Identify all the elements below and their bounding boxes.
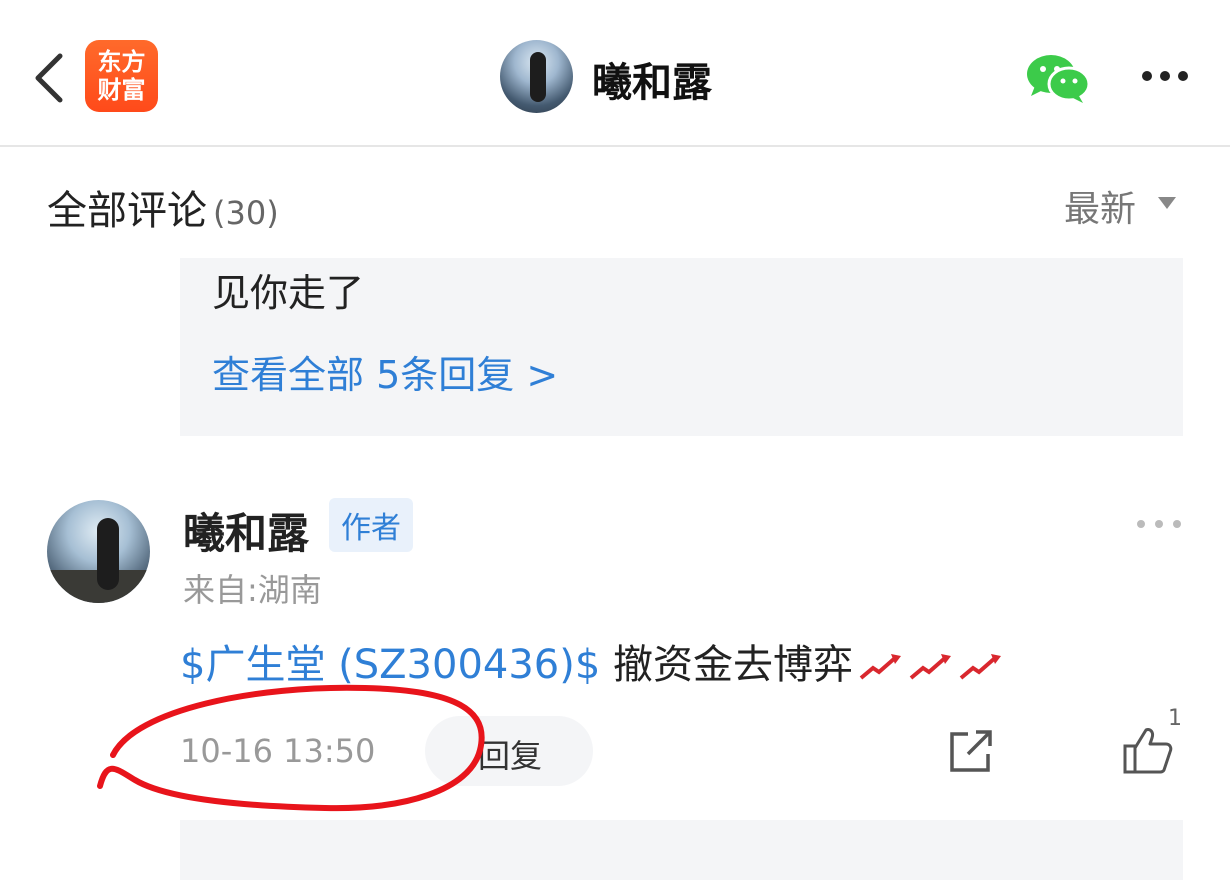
wechat-icon[interactable]: [1025, 52, 1091, 104]
trend-up-icon: [859, 654, 1002, 680]
comments-title-text: 全部评论: [47, 188, 207, 234]
reply-preview-text: 见你走了: [212, 271, 365, 315]
thumbs-up-icon[interactable]: [1122, 726, 1174, 776]
comments-section-title: 全部评论 (30): [47, 178, 279, 236]
comment-text: 撤资金去博弈: [600, 642, 854, 688]
reply-preview-box-2: [180, 820, 1183, 880]
view-all-replies-link[interactable]: 查看全部 5条回复 >: [212, 344, 558, 399]
author-badge: 作者: [329, 498, 413, 552]
caret-down-icon[interactable]: [1158, 197, 1176, 209]
more-options-icon[interactable]: [1140, 68, 1190, 84]
header-user-name[interactable]: 曦和露: [592, 50, 712, 108]
header-avatar[interactable]: [500, 40, 573, 113]
app-logo: 东方 财富: [85, 40, 158, 112]
comments-count: (30): [213, 194, 279, 232]
comment-location: 来自:湖南: [183, 571, 322, 609]
red-annotation-circle: [97, 684, 485, 812]
reply-button[interactable]: 回复: [478, 731, 542, 777]
back-arrow-icon[interactable]: [30, 48, 70, 108]
logo-text-line2: 财富: [97, 76, 146, 104]
comment-avatar[interactable]: [47, 500, 150, 603]
logo-text-line1: 东方: [97, 48, 146, 76]
comment-more-icon[interactable]: [1135, 518, 1183, 530]
sort-dropdown[interactable]: 最新: [1064, 180, 1136, 232]
comment-author-name[interactable]: 曦和露: [183, 500, 309, 561]
like-count: 1: [1168, 706, 1182, 731]
share-icon[interactable]: [948, 728, 994, 774]
